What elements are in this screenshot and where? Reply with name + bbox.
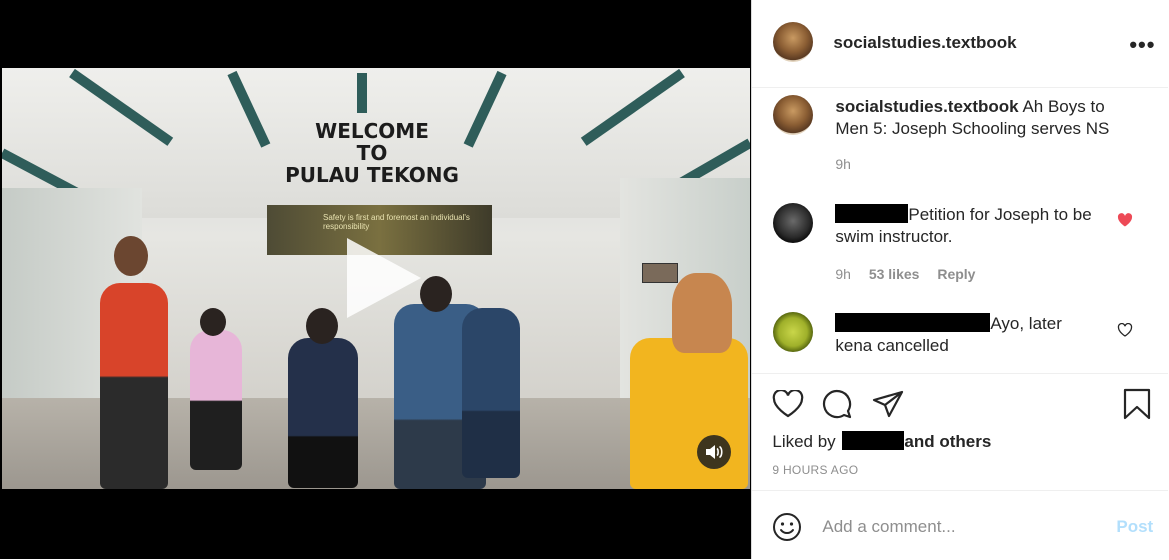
photographer-hair — [672, 273, 732, 353]
action-bar: Liked by and others 9 HOURS AGO — [752, 373, 1169, 494]
play-button[interactable] — [347, 238, 421, 318]
comment-1-time: 9h — [835, 266, 851, 282]
photographer-figure — [630, 338, 748, 489]
add-comment-bar: Add a comment... Post — [752, 490, 1169, 560]
liked-by-suffix[interactable]: and others — [904, 432, 991, 451]
speaker-icon — [706, 445, 723, 459]
post-header: socialstudies.textbook ••• — [752, 0, 1169, 88]
walker-head — [420, 276, 452, 312]
post-panel: socialstudies.textbook ••• socialstudies… — [751, 0, 1169, 559]
liked-by: Liked by and others — [772, 431, 991, 452]
welcome-sign: WELCOME TO PULAU TEKONG — [252, 120, 492, 186]
comment-2: Ayo, later kena cancelled — [835, 313, 1085, 357]
bookmark-icon[interactable] — [1123, 388, 1151, 420]
video-player[interactable]: WELCOME TO PULAU TEKONG Safety is first … — [0, 0, 752, 559]
commenter-avatar[interactable] — [773, 312, 814, 352]
heart-icon[interactable] — [772, 390, 804, 418]
comment-1-likes[interactable]: 53 likes — [869, 266, 920, 282]
caption-username[interactable]: socialstudies.textbook — [835, 97, 1018, 116]
sign-line-3: PULAU TEKONG — [285, 163, 459, 187]
roof-beam — [357, 73, 367, 113]
walker-figure — [288, 338, 358, 488]
smiley-icon[interactable] — [772, 512, 802, 542]
walker-figure — [190, 330, 242, 470]
redacted-username — [835, 204, 909, 223]
comment-1-meta: 9h 53 likes Reply — [835, 266, 975, 282]
video-frame[interactable]: WELCOME TO PULAU TEKONG Safety is first … — [2, 68, 750, 489]
comment-input[interactable]: Add a comment... — [822, 517, 955, 537]
caption: socialstudies.textbook Ah Boys to Men 5:… — [835, 96, 1135, 140]
swimmer-figure — [100, 283, 168, 489]
liked-by-prefix: Liked by — [772, 432, 836, 451]
more-options-icon[interactable]: ••• — [1129, 32, 1155, 58]
phone-in-hand — [642, 263, 678, 283]
walker-figure — [462, 308, 520, 478]
post-button[interactable]: Post — [1116, 517, 1153, 537]
walker-head — [200, 308, 226, 336]
caption-avatar[interactable] — [773, 95, 814, 135]
heart-outline-icon[interactable] — [1117, 323, 1133, 337]
redacted-username — [835, 313, 991, 332]
author-avatar[interactable] — [773, 22, 814, 62]
mute-button[interactable] — [697, 435, 731, 469]
share-icon[interactable] — [872, 390, 904, 418]
commenter-avatar[interactable] — [773, 203, 814, 243]
swimmer-head — [114, 236, 148, 276]
walker-head — [306, 308, 338, 344]
caption-time: 9h — [835, 156, 851, 172]
post-timestamp: 9 HOURS AGO — [772, 463, 859, 477]
banner-text: Safety is first and foremost an individu… — [323, 213, 470, 231]
comment-1: Petition for Joseph to be swim instructo… — [835, 204, 1115, 248]
sign-line-2: TO — [356, 141, 388, 165]
redacted-liker — [842, 431, 905, 450]
sign-line-1: WELCOME — [315, 119, 429, 143]
author-username[interactable]: socialstudies.textbook — [833, 33, 1016, 53]
comment-icon[interactable] — [821, 389, 853, 419]
comment-1-reply[interactable]: Reply — [937, 266, 975, 282]
liked-heart-icon[interactable] — [1117, 213, 1133, 227]
